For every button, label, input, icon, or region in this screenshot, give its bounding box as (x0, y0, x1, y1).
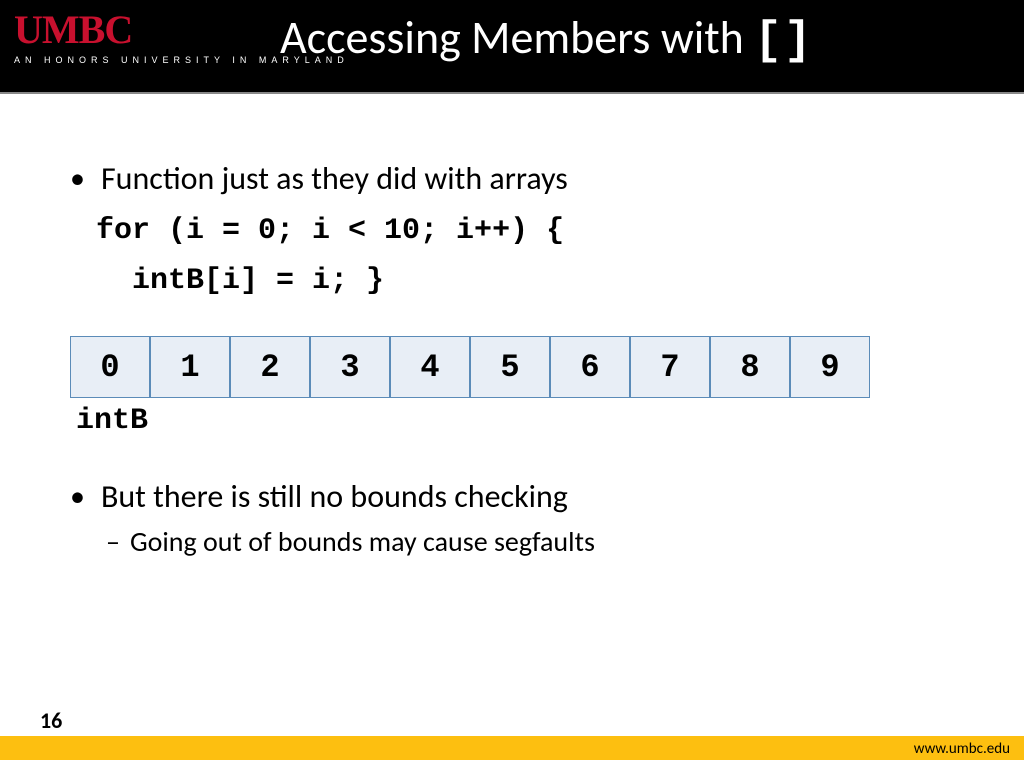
header-bar: UMBC AN HONORS UNIVERSITY IN MARYLAND Ac… (0, 0, 1024, 92)
content-area: • Function just as they did with arrays … (70, 160, 950, 560)
slide: UMBC AN HONORS UNIVERSITY IN MARYLAND Ac… (0, 0, 1024, 768)
bullet-text: But there is still no bounds checking (101, 478, 568, 516)
array-cell: 1 (150, 336, 230, 398)
title-brackets: [] (754, 15, 813, 67)
sub-bullet-marker: – (106, 524, 120, 560)
bullet-text: Function just as they did with arrays (101, 160, 568, 198)
array-cell: 5 (470, 336, 550, 398)
slide-title: Accessing Members with [] (280, 10, 1000, 67)
sub-bullet-text: Going out of bounds may cause segfaults (130, 524, 595, 560)
array-cell: 4 (390, 336, 470, 398)
array-cell: 9 (790, 336, 870, 398)
header-divider (0, 92, 1024, 94)
bullet-marker: • (70, 478, 85, 516)
array-cell: 7 (630, 336, 710, 398)
bullet-marker: • (70, 160, 85, 198)
code-block: for (i = 0; i < 10; i++) { intB[i] = i; … (96, 206, 950, 306)
code-line: intB[i] = i; } (96, 264, 384, 298)
second-block: • But there is still no bounds checking … (70, 478, 950, 560)
array-visual: 0 1 2 3 4 5 6 7 8 9 (70, 336, 950, 398)
page-number: 16 (40, 707, 62, 734)
title-text: Accessing Members with (280, 10, 754, 66)
bullet-item: • Function just as they did with arrays (70, 160, 950, 198)
code-line: for (i = 0; i < 10; i++) { (96, 214, 564, 248)
array-cell: 2 (230, 336, 310, 398)
array-cell: 0 (70, 336, 150, 398)
footer-bar (0, 736, 1024, 760)
array-cell: 8 (710, 336, 790, 398)
array-cell: 3 (310, 336, 390, 398)
sub-bullet-item: – Going out of bounds may cause segfault… (106, 524, 950, 560)
footer-url: www.umbc.edu (914, 740, 1010, 758)
array-label: intB (76, 404, 950, 438)
array-cell: 6 (550, 336, 630, 398)
bullet-item: • But there is still no bounds checking (70, 478, 950, 516)
